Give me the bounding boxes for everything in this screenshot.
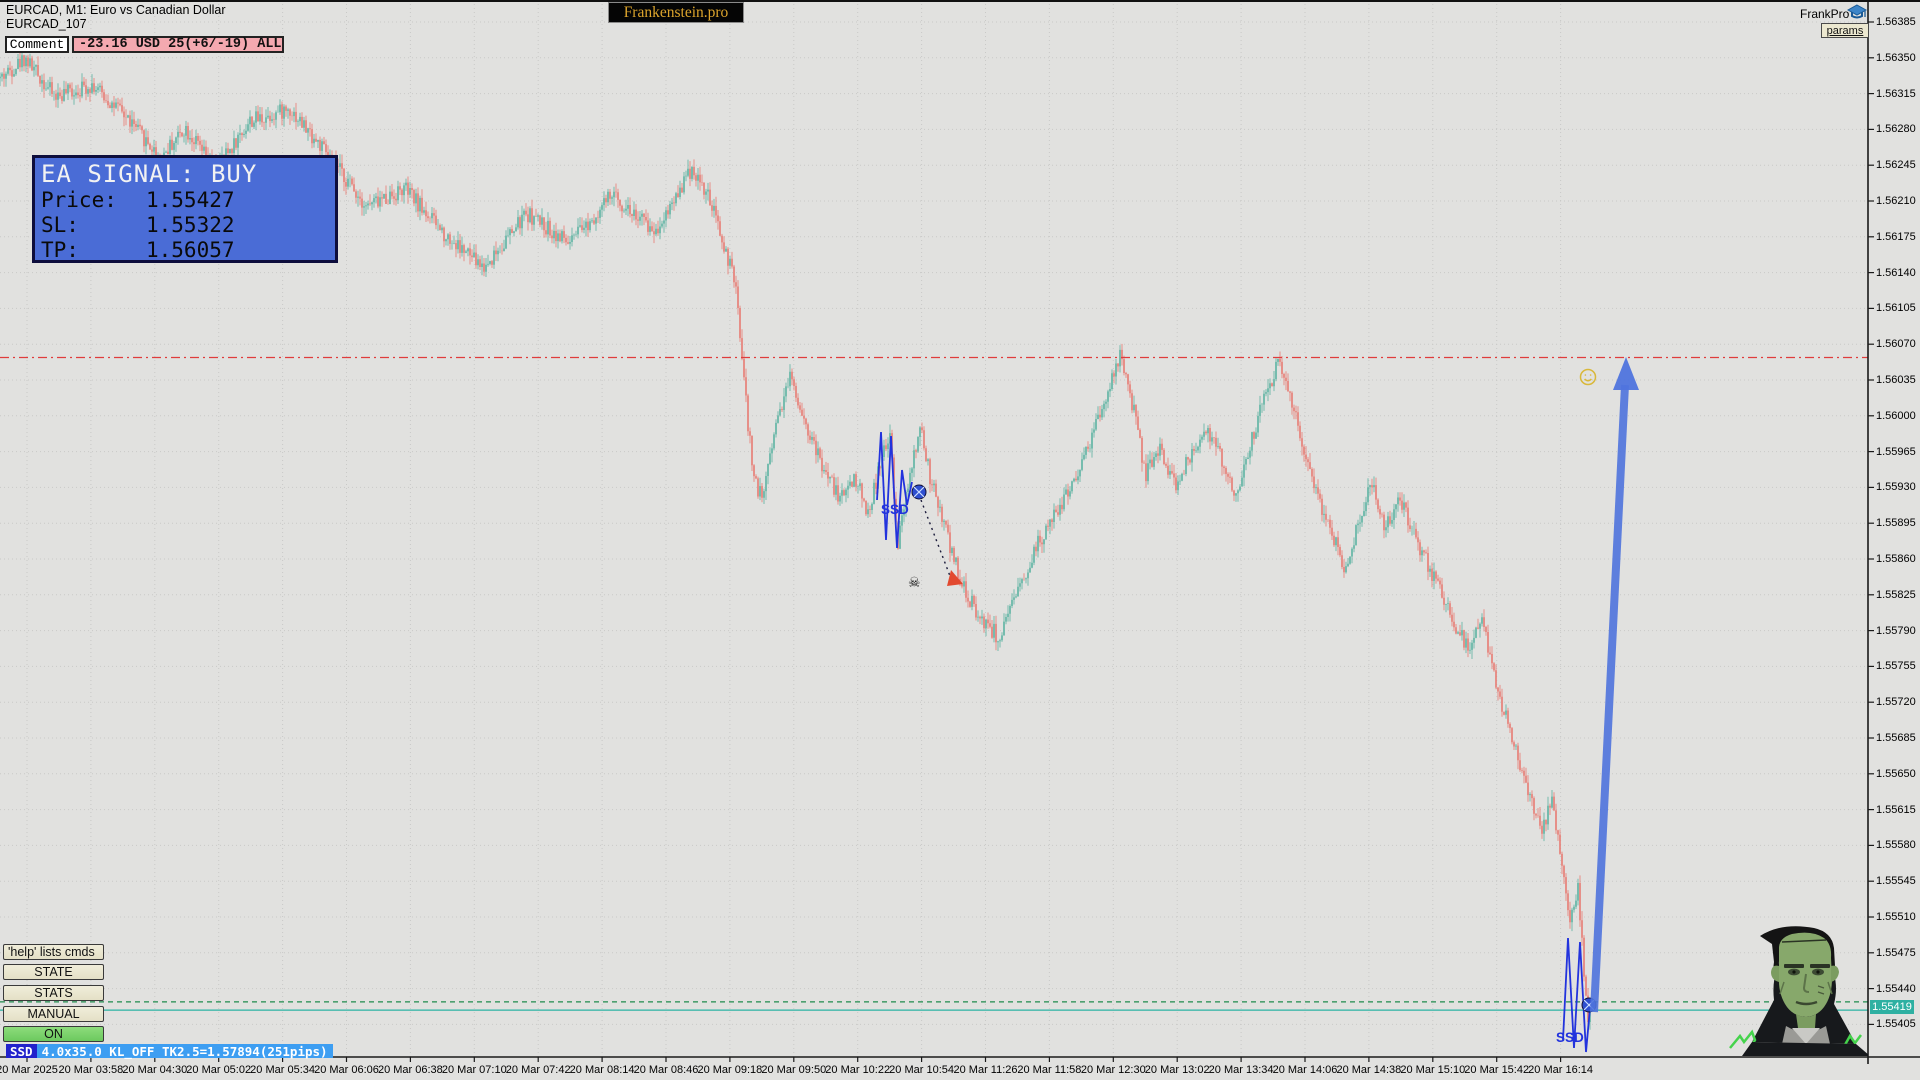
time-axis-label: 20 Mar 09:18 (697, 1064, 763, 1076)
price-axis-label: 1.55650 (1876, 767, 1916, 780)
ssd-settings-text: 4.0x35.0 KL_OFF TK2.5=1.57894(251pips) (36, 1044, 333, 1059)
price-axis-label: 1.56315 (1876, 87, 1916, 100)
time-axis-label: 20 Mar 06:38 (377, 1064, 443, 1076)
price-axis-label: 1.56175 (1876, 230, 1916, 243)
price-axis-label: 1.55545 (1876, 875, 1916, 888)
ssd-status-bar: SSD 4.0x35.0 KL_OFF TK2.5=1.57894(251pip… (6, 1044, 333, 1059)
price-axis-label: 1.56385 (1876, 16, 1916, 28)
time-axis-label: 20 Mar 16:14 (1528, 1064, 1594, 1076)
price-axis-label: 1.55755 (1876, 660, 1916, 673)
price-axis-label: 1.55965 (1876, 445, 1916, 458)
manual-button[interactable]: MANUAL (3, 1006, 104, 1022)
time-axis-label: 20 Mar 11:58 (1017, 1064, 1082, 1076)
frankenstein-portrait (1729, 926, 1868, 1056)
time-axis-label: 20 Mar 14:38 (1336, 1064, 1402, 1076)
time-axis-label: 20 Mar 07:42 (505, 1064, 571, 1076)
chart-subtitle: EURCAD_107 (6, 17, 87, 31)
ea-signal-sl-row: SL: 1.55322 (41, 213, 329, 238)
ea-price-label: Price: (41, 188, 117, 212)
time-axis-label: 20 Mar 2025 (0, 1064, 58, 1076)
time-axis-label: 20 Mar 15:10 (1400, 1064, 1466, 1076)
ea-price-value: 1.55427 (146, 188, 235, 212)
ea-tp-value: 1.56057 (146, 238, 235, 262)
ea-signal-price-row: Price: 1.55427 (41, 188, 329, 213)
time-axis-label: 20 Mar 08:46 (633, 1064, 699, 1076)
price-axis-label: 1.55475 (1876, 946, 1916, 959)
ssd-chip: SSD (6, 1044, 37, 1059)
price-axis-label: 1.55615 (1876, 803, 1916, 816)
time-axis-label: 20 Mar 13:34 (1208, 1064, 1274, 1076)
time-axis-label: 20 Mar 09:50 (761, 1064, 827, 1076)
price-axis-label: 1.56245 (1876, 159, 1916, 172)
top-border (0, 0, 1920, 2)
time-axis-label: 20 Mar 10:22 (825, 1064, 891, 1076)
chart-title: EURCAD, M1: Euro vs Canadian Dollar (6, 3, 226, 17)
time-axis-label: 20 Mar 07:10 (441, 1064, 507, 1076)
price-axis-label: 1.56000 (1876, 409, 1916, 422)
on-toggle-button[interactable]: ON (3, 1026, 104, 1042)
pnl-status-label: -23.16 USD 25(+6/-19) ALL (72, 36, 284, 53)
graduation-cap-icon (1847, 4, 1867, 19)
time-axis-label: 20 Mar 06:06 (314, 1064, 379, 1076)
price-axis-label: 1.56105 (1876, 302, 1916, 315)
price-axis-label: 1.56140 (1876, 266, 1916, 279)
ssd-signal-label-bottom: SSD (1556, 1030, 1584, 1045)
time-axis-label: 20 Mar 11:26 (953, 1064, 1018, 1076)
current-price-tag: 1.55419 (1870, 1000, 1914, 1014)
time-axis-label: 20 Mar 05:34 (250, 1064, 316, 1076)
price-axis-label: 1.55860 (1876, 553, 1916, 565)
time-axis-label: 20 Mar 10:54 (889, 1064, 955, 1076)
ea-signal-tp-row: TP: 1.56057 (41, 238, 329, 263)
account-name-label: FrankPro (1800, 7, 1850, 21)
ea-signal-headline: EA SIGNAL: BUY (41, 160, 258, 188)
sell-arrow-icon (947, 570, 963, 586)
price-axis-label: 1.55510 (1876, 911, 1916, 923)
price-axis-label: 1.55405 (1876, 1018, 1916, 1031)
price-axis-label: 1.55720 (1876, 696, 1916, 709)
ea-signal-box: EA SIGNAL: BUY Price: 1.55427 SL: 1.5532… (32, 155, 338, 263)
price-axis-label: 1.55580 (1876, 839, 1916, 852)
price-axis-label: 1.56350 (1876, 51, 1916, 64)
price-axis-label: 1.55685 (1876, 732, 1916, 744)
frankenstein-pro-badge: Frankenstein.pro (608, 2, 744, 23)
help-button[interactable]: 'help' lists cmds (3, 944, 104, 960)
price-axis-label: 1.56280 (1876, 123, 1916, 136)
time-axis-label: 20 Mar 12:30 (1080, 1064, 1146, 1076)
skull-icon: ☠ (908, 574, 921, 590)
time-axis-label: 20 Mar 03:58 (58, 1064, 124, 1076)
smiley-icon (1579, 368, 1597, 386)
price-axis-label: 1.55825 (1876, 588, 1916, 601)
price-axis-label: 1.56035 (1876, 374, 1916, 386)
price-axis-label: 1.55440 (1876, 982, 1916, 995)
time-axis-label: 20 Mar 13:02 (1144, 1064, 1210, 1076)
price-axis-label: 1.55895 (1876, 517, 1916, 530)
time-axis-label: 20 Mar 08:14 (569, 1064, 635, 1076)
price-axis-label: 1.56210 (1876, 195, 1916, 207)
price-axis-label: 1.55790 (1876, 624, 1916, 637)
time-axis-label: 20 Mar 14:06 (1272, 1064, 1338, 1076)
ea-tp-label: TP: (41, 238, 79, 262)
mt4-chart-window: EURCAD, M1: Euro vs Canadian Dollar EURC… (0, 0, 1920, 1080)
time-axis-label: 20 Mar 05:02 (186, 1064, 252, 1076)
price-axis-label: 1.55930 (1876, 481, 1916, 494)
ea-sl-label: SL: (41, 213, 79, 237)
state-button[interactable]: STATE (3, 964, 104, 980)
params-button[interactable]: params (1821, 23, 1869, 38)
time-axis-label: 20 Mar 15:42 (1464, 1064, 1530, 1076)
comment-button[interactable]: Comment (5, 36, 69, 53)
stats-button[interactable]: STATS (3, 985, 104, 1001)
time-axis-label: 20 Mar 04:30 (122, 1064, 188, 1076)
buy-projection-arrow (1590, 357, 1639, 1013)
ea-sl-value: 1.55322 (146, 213, 235, 237)
ssd-signal-label-mid: SSD (881, 502, 909, 517)
price-axis-label: 1.56070 (1876, 338, 1916, 351)
